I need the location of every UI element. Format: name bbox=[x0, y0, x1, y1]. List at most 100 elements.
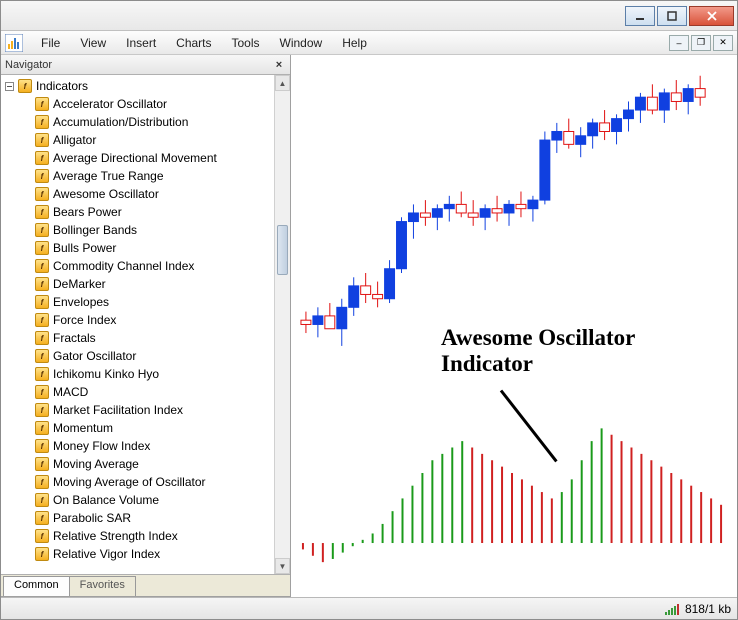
window-maximize-button[interactable] bbox=[657, 6, 687, 26]
indicator-item[interactable]: fGator Oscillator bbox=[5, 347, 290, 365]
fx-icon: f bbox=[35, 493, 49, 507]
navigator-title-text: Navigator bbox=[5, 59, 52, 71]
indicator-item[interactable]: fMACD bbox=[5, 383, 290, 401]
scrollbar-vertical[interactable]: ▲ ▼ bbox=[274, 75, 290, 574]
chart-area[interactable]: Awesome Oscillator Indicator bbox=[291, 55, 737, 597]
indicator-item[interactable]: f Accelerator Oscillator bbox=[5, 95, 290, 113]
indicator-label: Relative Vigor Index bbox=[53, 547, 160, 561]
fx-icon: f bbox=[35, 367, 49, 381]
indicator-item[interactable]: fDeMarker bbox=[5, 275, 290, 293]
menu-file[interactable]: File bbox=[31, 33, 70, 53]
mdi-minimize-button[interactable]: ‒ bbox=[669, 35, 689, 51]
fx-icon: f bbox=[35, 259, 49, 273]
window-minimize-button[interactable] bbox=[625, 6, 655, 26]
indicator-item[interactable]: fForce Index bbox=[5, 311, 290, 329]
indicator-label: Accelerator Oscillator bbox=[53, 97, 167, 111]
indicator-item[interactable]: f Average True Range bbox=[5, 167, 290, 185]
navigator-tree[interactable]: f Indicators f Accelerator Oscillator f Acc… bbox=[1, 75, 290, 574]
indicator-item[interactable]: f Bulls Power bbox=[5, 239, 290, 257]
tree-root-indicators[interactable]: f Indicators bbox=[5, 77, 290, 95]
indicator-label: Force Index bbox=[53, 313, 116, 327]
indicator-item[interactable]: f Average Directional Movement bbox=[5, 149, 290, 167]
indicator-label: Average True Range bbox=[53, 169, 164, 183]
indicator-item[interactable]: fCommodity Channel Index bbox=[5, 257, 290, 275]
indicator-item[interactable]: fIchikomu Kinko Hyo bbox=[5, 365, 290, 383]
menu-insert[interactable]: Insert bbox=[116, 33, 166, 53]
indicator-label: Market Facilitation Index bbox=[53, 403, 183, 417]
indicator-item[interactable]: f Alligator bbox=[5, 131, 290, 149]
menu-help[interactable]: Help bbox=[332, 33, 377, 53]
fx-icon: f bbox=[35, 115, 49, 129]
indicator-item[interactable]: f Parabolic SAR bbox=[5, 509, 290, 527]
collapse-icon[interactable] bbox=[5, 82, 14, 91]
indicator-item[interactable]: fRelative Strength Index bbox=[5, 527, 290, 545]
indicator-label: Parabolic SAR bbox=[53, 511, 131, 525]
annotation-line2: Indicator bbox=[441, 351, 635, 377]
fx-icon: f bbox=[35, 223, 49, 237]
indicator-label: Momentum bbox=[53, 421, 113, 435]
fx-icon: f bbox=[35, 97, 49, 111]
navigator-close-button[interactable]: × bbox=[272, 58, 286, 72]
fx-icon: f bbox=[35, 511, 49, 525]
connection-icon bbox=[665, 603, 679, 615]
indicator-item[interactable]: f Accumulation/Distribution bbox=[5, 113, 290, 131]
indicator-label: DeMarker bbox=[53, 277, 106, 291]
tab-common[interactable]: Common bbox=[3, 576, 70, 596]
status-kb: 818/1 kb bbox=[685, 602, 731, 616]
fx-icon: f bbox=[35, 151, 49, 165]
mdi-restore-button[interactable]: ❐ bbox=[691, 35, 711, 51]
menu-window[interactable]: Window bbox=[270, 33, 333, 53]
scroll-down-button[interactable]: ▼ bbox=[275, 558, 290, 574]
fx-icon: f bbox=[35, 133, 49, 147]
indicator-label: Bollinger Bands bbox=[53, 223, 137, 237]
indicator-item[interactable]: f Moving Average bbox=[5, 455, 290, 473]
indicator-item[interactable]: fBears Power bbox=[5, 203, 290, 221]
scroll-up-button[interactable]: ▲ bbox=[275, 75, 290, 91]
indicator-label: Fractals bbox=[53, 331, 96, 345]
fx-icon: f bbox=[35, 331, 49, 345]
tree-root-label: Indicators bbox=[36, 79, 88, 93]
indicator-item[interactable]: fMomentum bbox=[5, 419, 290, 437]
window-close-button[interactable] bbox=[689, 6, 734, 26]
indicator-label: On Balance Volume bbox=[53, 493, 159, 507]
indicator-item[interactable]: f Market Facilitation Index bbox=[5, 401, 290, 419]
titlebar bbox=[1, 1, 737, 31]
tab-favorites[interactable]: Favorites bbox=[69, 576, 136, 596]
indicator-item[interactable]: fEnvelopes bbox=[5, 293, 290, 311]
annotation-line1: Awesome Oscillator bbox=[441, 325, 635, 351]
fx-icon: f bbox=[35, 529, 49, 543]
indicator-item[interactable]: fAwesome Oscillator bbox=[5, 185, 290, 203]
fx-icon: f bbox=[35, 475, 49, 489]
fx-icon: f bbox=[35, 547, 49, 561]
fx-icon: f bbox=[35, 241, 49, 255]
menu-view[interactable]: View bbox=[70, 33, 116, 53]
indicator-item[interactable]: f Moving Average of Oscillator bbox=[5, 473, 290, 491]
fx-icon: f bbox=[35, 403, 49, 417]
navigator-title: Navigator × bbox=[1, 55, 290, 75]
menu-tools[interactable]: Tools bbox=[222, 33, 270, 53]
indicator-item[interactable]: f Money Flow Index bbox=[5, 437, 290, 455]
indicator-label: Moving Average bbox=[53, 457, 139, 471]
indicator-label: Bulls Power bbox=[53, 241, 116, 255]
fx-icon: f bbox=[35, 187, 49, 201]
fx-icon: f bbox=[35, 439, 49, 453]
mdi-close-button[interactable]: ✕ bbox=[713, 35, 733, 51]
indicator-label: Alligator bbox=[53, 133, 96, 147]
indicator-label: Moving Average of Oscillator bbox=[53, 475, 206, 489]
statusbar: 818/1 kb bbox=[1, 597, 737, 619]
indicator-item[interactable]: f On Balance Volume bbox=[5, 491, 290, 509]
menu-charts[interactable]: Charts bbox=[166, 33, 221, 53]
fx-icon: f bbox=[35, 169, 49, 183]
indicator-label: Accumulation/Distribution bbox=[53, 115, 188, 129]
fx-icon: f bbox=[35, 349, 49, 363]
indicator-item[interactable]: f Fractals bbox=[5, 329, 290, 347]
scroll-thumb[interactable] bbox=[277, 225, 288, 275]
indicator-item[interactable]: f Bollinger Bands bbox=[5, 221, 290, 239]
fx-icon: f bbox=[35, 385, 49, 399]
indicator-label: Average Directional Movement bbox=[53, 151, 217, 165]
fx-icon: f bbox=[35, 457, 49, 471]
indicator-item[interactable]: f Relative Vigor Index bbox=[5, 545, 290, 563]
folder-fx-icon: f bbox=[18, 79, 32, 93]
fx-icon: f bbox=[35, 205, 49, 219]
indicator-label: Money Flow Index bbox=[53, 439, 150, 453]
